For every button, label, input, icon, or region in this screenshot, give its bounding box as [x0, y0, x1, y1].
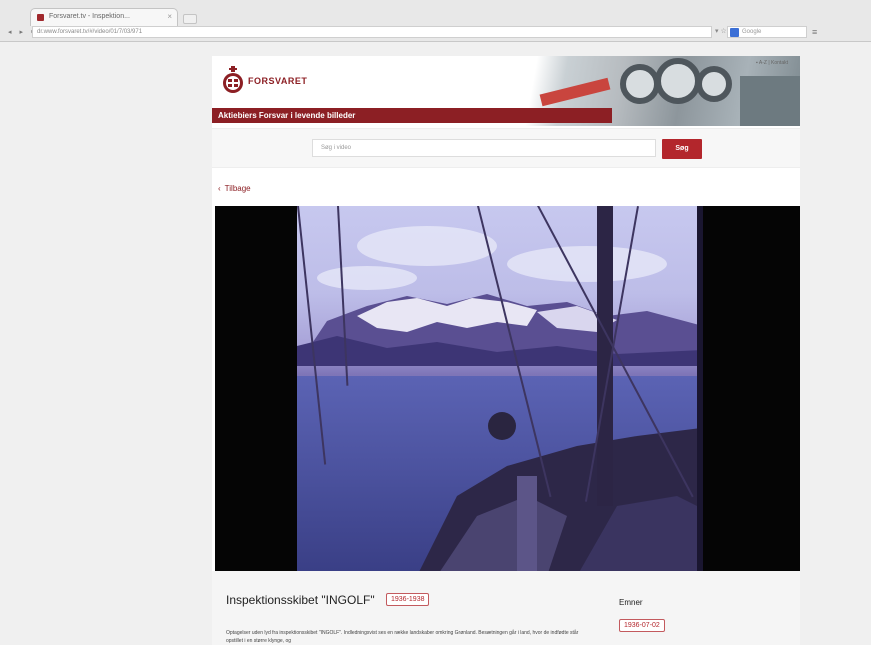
browser-menu-icon[interactable]: ≡ — [812, 27, 817, 37]
chevron-left-icon: ‹ — [218, 184, 221, 193]
favicon-icon — [37, 14, 44, 21]
site-header: FORSVARET ▪ A-Z | Kontakt Aktiebiers For… — [212, 56, 800, 126]
crest-logo-icon[interactable] — [222, 66, 244, 94]
film-title: Inspektionsskibet "INGOLF" — [226, 593, 375, 607]
logo-text[interactable]: FORSVARET — [248, 76, 307, 86]
tab-title: Forsvaret.tv - Inspektion... — [49, 13, 130, 20]
back-link-label: Tilbage — [224, 184, 251, 193]
browser-search-placeholder: Google — [742, 29, 762, 35]
film-info: Inspektionsskibet "INGOLF" 1936-1938 Opt… — [212, 571, 800, 645]
page-content: FORSVARET ▪ A-Z | Kontakt Aktiebiers For… — [212, 56, 800, 645]
bookmark-star-icon[interactable]: ▾ ☆ — [715, 27, 727, 35]
search-button[interactable]: Søg — [662, 139, 702, 159]
google-icon — [730, 28, 739, 37]
search-row: Søg i video Søg — [212, 128, 800, 168]
film-description: Optagelser uden lyd fra inspektionsskibe… — [226, 630, 579, 644]
browser-search-input[interactable]: Google — [727, 26, 807, 38]
address-bar[interactable]: dr.www.forsvaret.tv/#/video/01/7/03/971 — [32, 26, 712, 38]
video-frame — [297, 206, 703, 571]
years-tag[interactable]: 1936-1938 — [386, 593, 430, 606]
tab-close-icon[interactable]: × — [167, 12, 172, 21]
browser-tab[interactable]: Forsvaret.tv - Inspektion... × — [30, 8, 178, 26]
header-title-bar: Aktiebiers Forsvar i levende billeder — [212, 108, 612, 123]
video-search-input[interactable]: Søg i video — [312, 139, 656, 157]
back-link[interactable]: ‹ Tilbage — [218, 184, 251, 193]
header-utility-links[interactable]: ▪ A-Z | Kontakt — [756, 60, 788, 66]
video-player[interactable] — [215, 206, 800, 571]
subjects-heading: Emner — [619, 598, 643, 607]
date-tag[interactable]: 1936-07-02 — [619, 619, 665, 632]
new-tab-button[interactable] — [183, 14, 197, 24]
browser-chrome: Forsvaret.tv - Inspektion... × ◂ ▸ ⟳ dr.… — [0, 0, 871, 42]
